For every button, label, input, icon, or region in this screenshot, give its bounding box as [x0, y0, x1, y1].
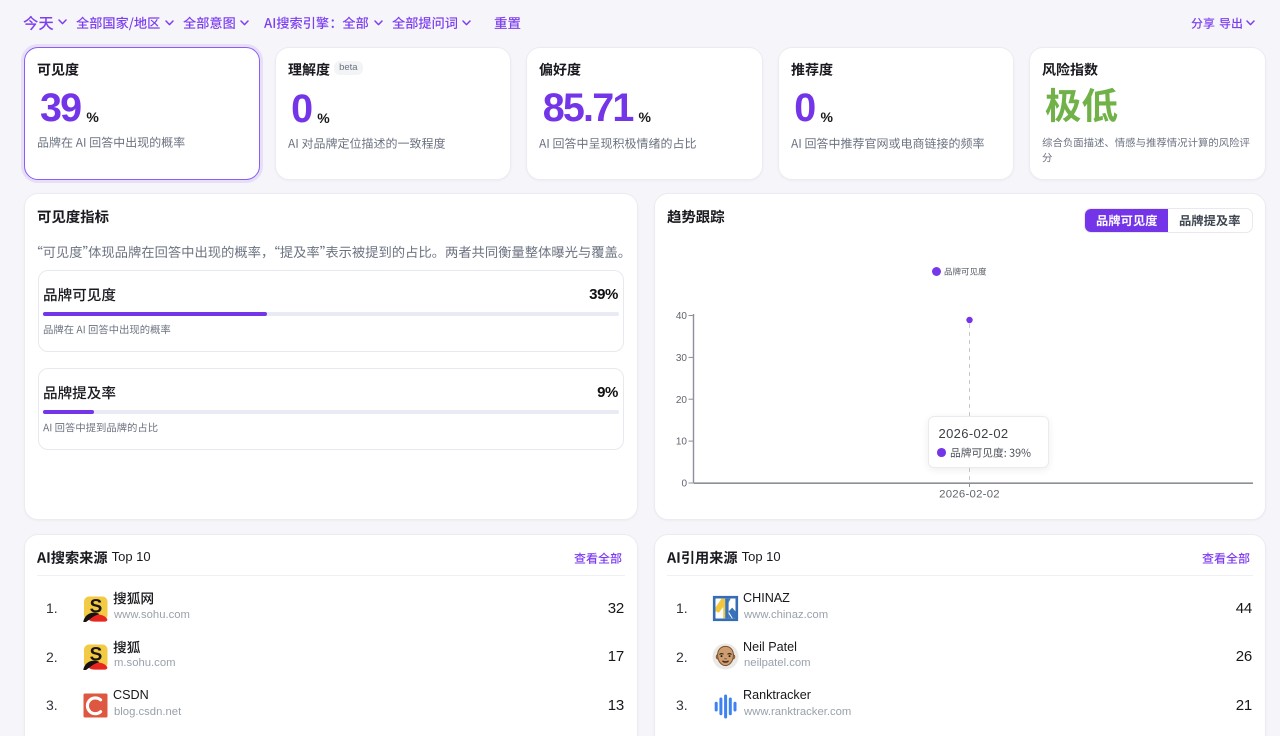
svg-text:40: 40	[676, 311, 688, 322]
svg-text:10: 10	[676, 437, 688, 448]
svg-text:2026-02-02: 2026-02-02	[939, 489, 1000, 501]
svg-text:S: S	[89, 596, 102, 617]
svg-text:0: 0	[681, 479, 687, 490]
svg-text:20: 20	[676, 395, 688, 406]
svg-text:S: S	[89, 644, 102, 665]
svg-text:30: 30	[676, 353, 688, 364]
